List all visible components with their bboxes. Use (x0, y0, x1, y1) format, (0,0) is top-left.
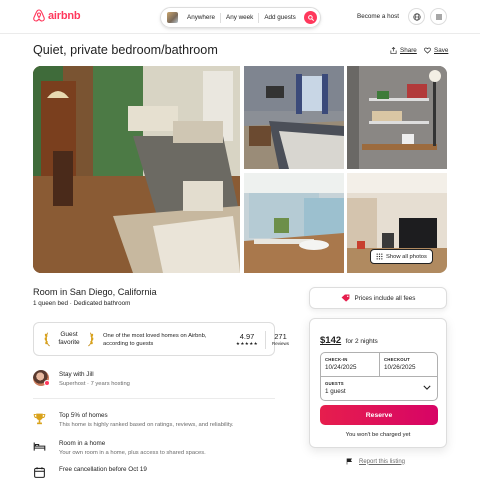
become-host-link[interactable]: Become a host (357, 13, 399, 20)
section-divider (33, 398, 275, 399)
room-title: Room in San Diego, California (33, 287, 157, 297)
search-location[interactable]: Anywhere (182, 14, 220, 21)
trophy-icon (33, 413, 46, 425)
checkin-field[interactable]: CHECK-IN 10/24/2025 (321, 353, 380, 376)
guests-select[interactable]: GUESTS 1 guest (321, 376, 437, 400)
rating-divider (265, 331, 266, 349)
rating-value: 4.97 (239, 332, 255, 341)
checkin-value: 10/24/2025 (325, 364, 357, 371)
airbnb-logo-icon (33, 9, 45, 22)
chevron-down-icon (423, 385, 431, 390)
photo-living-room[interactable] (33, 66, 240, 273)
feature-title: Top 5% of homes (59, 412, 108, 419)
reviews-label: Reviews (272, 341, 290, 346)
desk-image (347, 66, 447, 169)
feature-title: Free cancellation before Oct 19 (59, 466, 147, 473)
host-name: Stay with Jill (59, 371, 94, 378)
checkin-label: CHECK-IN (325, 357, 348, 362)
share-button[interactable]: Share (390, 47, 417, 54)
laurel-right-icon (88, 332, 94, 347)
price-summary: $142 for 2 nights (320, 330, 378, 348)
feature-description: Your own room in a home, plus access to … (59, 450, 206, 456)
feature-title: Room in a home (59, 440, 106, 447)
heart-icon (424, 47, 431, 54)
living-room-image (33, 66, 240, 273)
feature-description: This home is highly ranked based on rati… (59, 422, 234, 428)
listing-title: Quiet, private bedroom/bathroom (33, 43, 218, 57)
guest-favorite-badge: Guest favorite (44, 331, 94, 347)
hamburger-menu-icon (435, 14, 442, 19)
price-amount[interactable]: $142 (320, 335, 341, 346)
host-details: Superhost · 7 years hosting (59, 381, 130, 387)
checkout-value: 10/26/2025 (384, 364, 416, 371)
superhost-badge-icon (44, 380, 50, 386)
globe-icon (412, 12, 421, 21)
price-period: for 2 nights (345, 338, 378, 345)
photo-bedroom[interactable] (244, 66, 344, 169)
language-button[interactable] (408, 8, 425, 25)
guests-value: 1 guest (325, 388, 346, 395)
save-button[interactable]: Save (424, 47, 448, 54)
main-menu-button[interactable] (430, 8, 447, 25)
share-icon (390, 47, 397, 54)
grid-dots-icon (376, 253, 383, 260)
guest-favorite-line1: Guest (60, 331, 78, 338)
reviews-count: 271 (274, 332, 287, 341)
photo-desk[interactable] (347, 66, 447, 169)
show-all-photos-button[interactable]: Show all photos (370, 249, 433, 264)
guest-favorite-line2: favorite (58, 339, 80, 346)
bedroom-image (244, 66, 344, 169)
checkout-label: CHECKOUT (384, 357, 410, 362)
report-listing-link[interactable]: Report this listing (346, 458, 405, 465)
photo-bathroom[interactable] (244, 173, 344, 273)
guest-favorite-description: One of the most loved homes on Airbnb, a… (103, 333, 207, 347)
search-button[interactable] (304, 11, 317, 24)
no-charge-note: You won't be charged yet (345, 432, 411, 438)
flag-icon (346, 458, 353, 465)
airbnb-logo[interactable]: airbnb (33, 9, 81, 22)
laurel-left-icon (44, 332, 50, 347)
bed-icon (33, 442, 46, 451)
search-dates[interactable]: Any week (221, 14, 258, 21)
checkout-field[interactable]: CHECKOUT 10/26/2025 (380, 353, 439, 376)
photo-gallery (33, 66, 447, 273)
bathroom-image (244, 173, 344, 273)
home-thumbnail-icon (167, 12, 178, 23)
top-nav: airbnb Anywhere Any week Add guests Beco… (0, 0, 480, 34)
guests-label: GUESTS (325, 381, 344, 386)
reserve-button[interactable]: Reserve (320, 405, 438, 425)
booking-card: $142 for 2 nights CHECK-IN 10/24/2025 CH… (309, 318, 447, 448)
reviews-block[interactable]: 271 Reviews (272, 332, 289, 346)
report-listing-label: Report this listing (359, 458, 406, 465)
prices-include-label: Prices include all fees (354, 294, 416, 302)
show-all-photos-label: Show all photos (386, 253, 427, 260)
guest-favorite-card[interactable]: Guest favorite One of the most loved hom… (33, 322, 289, 356)
prices-include-fees-banner: Prices include all fees (309, 287, 447, 309)
rating-stars: ★★★★★ (235, 341, 259, 346)
date-guest-picker: CHECK-IN 10/24/2025 CHECKOUT 10/26/2025 … (320, 352, 438, 401)
share-label: Share (400, 47, 417, 54)
save-label: Save (434, 47, 449, 54)
search-icon (307, 14, 314, 21)
price-tag-icon (341, 294, 349, 302)
rating-block: 4.97 ★★★★★ (232, 332, 262, 347)
guest-favorite-label: Guest favorite (54, 331, 84, 347)
search-bar[interactable]: Anywhere Any week Add guests (160, 7, 321, 28)
logo-text: airbnb (48, 9, 81, 22)
search-guests[interactable]: Add guests (259, 14, 301, 21)
room-details: 1 queen bed · Dedicated bathroom (33, 300, 131, 307)
calendar-icon (34, 467, 45, 478)
